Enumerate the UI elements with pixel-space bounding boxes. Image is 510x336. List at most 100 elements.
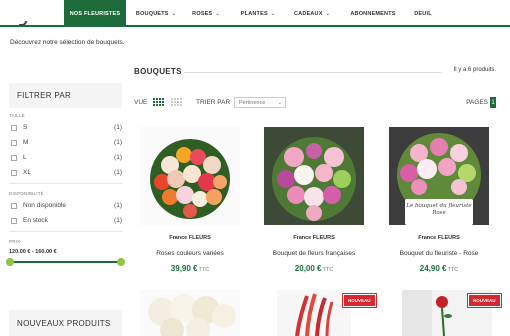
chevron-down-icon: ⌄	[325, 10, 330, 17]
checkbox[interactable]	[11, 139, 17, 146]
pages-label: PAGES	[466, 99, 488, 106]
product-card[interactable]: France FLEURS Roses couleurs variées 39,…	[140, 127, 240, 277]
view-label: VUE	[134, 99, 148, 106]
list-view-icon[interactable]	[171, 98, 182, 106]
price-value: 39,90 €	[170, 264, 198, 273]
logo-fragment	[19, 21, 27, 26]
facet-count: (1)	[114, 217, 122, 224]
nav-item-plantes[interactable]: PLANTES ⌄	[238, 0, 278, 27]
facet-title-price: PRIX	[9, 239, 21, 244]
nav-label: ROSES	[192, 10, 213, 17]
slider-handle-max[interactable]	[117, 258, 125, 266]
price-tax-label: TTC	[322, 267, 334, 273]
facet-option-label: XL	[23, 169, 31, 176]
facet-title-availability: DISPONIBILITÉ	[9, 191, 44, 196]
nav-item-bouquets[interactable]: BOUQUETS ⌄	[134, 0, 178, 27]
facet-option-size-l[interactable]: L (1)	[9, 150, 122, 165]
product-price: 20,00 €TTC	[264, 264, 364, 273]
facet-option-label: M	[23, 139, 29, 146]
checkbox[interactable]	[11, 202, 17, 209]
divider	[9, 183, 122, 184]
facet-count: (1)	[114, 124, 122, 131]
product-card[interactable]: Le bouquet du fleuriste Rose France FLEU…	[389, 127, 489, 277]
product-price: 39,90 €TTC	[140, 264, 240, 273]
checkbox[interactable]	[11, 154, 17, 161]
chevron-down-icon: ⌄	[277, 100, 282, 106]
chevron-down-icon: ⌄	[270, 10, 276, 17]
main-navigation: NOS FLEURISTES BOUQUETS ⌄ ROSES ⌄ PLANTES ⌄…	[0, 0, 510, 27]
card-caption: Le bouquet du fleuriste Rose	[406, 203, 472, 216]
chevron-down-icon: ⌄	[171, 10, 177, 17]
facet-option-label: L	[23, 154, 27, 161]
nav-label: BOUQUETS	[135, 10, 169, 17]
product-name[interactable]: Bouquet de fleurs françaises	[264, 250, 364, 257]
sort-value: Pertinence	[239, 99, 266, 106]
facet-option-size-m[interactable]: M (1)	[9, 135, 122, 150]
new-products-header: NOUVEAUX PRODUITS	[9, 310, 122, 336]
product-image[interactable]: Le bouquet du fleuriste Rose	[389, 127, 489, 225]
checkbox[interactable]	[11, 124, 17, 131]
product-image[interactable]	[277, 290, 351, 336]
slider-track	[9, 261, 122, 263]
facet-title-size: TAILLE	[9, 113, 25, 118]
checkbox[interactable]	[11, 169, 17, 176]
slider-handle-min[interactable]	[6, 258, 14, 266]
nav-label: ABONNEMENTS	[350, 10, 396, 17]
product-card[interactable]	[140, 290, 240, 336]
category-intro: Découvrez notre sélection de bouquets.	[10, 39, 125, 46]
facet-option-label: S	[23, 124, 28, 131]
checkbox[interactable]	[11, 217, 17, 224]
chevron-down-icon: ⌄	[215, 10, 220, 17]
product-name[interactable]: Bouquet du fleuriste - Rose	[389, 250, 489, 257]
new-badge: NOUVEAU	[342, 293, 377, 308]
nav-item-abonnements[interactable]: ABONNEMENTS	[347, 0, 399, 27]
product-image[interactable]	[140, 127, 240, 225]
product-price: 24,90 €TTC	[389, 264, 489, 273]
product-brand: France FLEURS	[418, 235, 460, 241]
sort-select[interactable]: Pertinence ⌄	[234, 97, 286, 108]
nav-item-fleuristes[interactable]: NOS FLEURISTES	[64, 0, 126, 27]
price-value: 20,00 €	[294, 264, 322, 273]
nav-item-deuil[interactable]: DEUIL	[410, 0, 436, 27]
page-number-current[interactable]: 1	[490, 97, 496, 108]
facet-option-size-s[interactable]: S (1)	[9, 120, 122, 135]
product-name[interactable]: Roses couleurs variées	[140, 250, 240, 257]
sort-label: TRIER PAR	[196, 99, 231, 106]
filter-header: FILTRER PAR	[9, 83, 122, 108]
product-count: Il y a 6 produits.	[453, 67, 496, 73]
facet-count: (1)	[114, 154, 122, 161]
product-image[interactable]	[264, 127, 364, 225]
nav-label: CADEAUX	[294, 10, 323, 17]
nav-label: PLANTES	[240, 10, 268, 17]
product-image[interactable]	[140, 290, 240, 336]
facet-option-label: Non disponible	[23, 202, 67, 209]
facet-count: (1)	[114, 169, 122, 176]
nav-label: DEUIL	[414, 10, 432, 17]
facet-option-size-xl[interactable]: XL (1)	[9, 165, 122, 180]
divider	[9, 231, 122, 232]
nav-label: NOS FLEURISTES	[69, 10, 121, 17]
price-tax-label: TTC	[198, 267, 210, 273]
facet-option-in-stock[interactable]: En stock (1)	[9, 213, 122, 228]
facet-count: (1)	[114, 202, 122, 209]
filter-sidebar: FILTRER PAR TAILLE S (1) M (1) L (1) XL …	[6, 83, 125, 267]
product-brand: France FLEURS	[293, 235, 335, 241]
facet-count: (1)	[114, 139, 122, 146]
divider	[184, 72, 442, 73]
facet-option-unavailable[interactable]: Non disponible (1)	[9, 198, 122, 213]
product-card[interactable]: France FLEURS Bouquet de fleurs français…	[264, 127, 364, 277]
page-title: BOUQUETS	[134, 67, 182, 76]
product-card[interactable]: NOUVEAU	[402, 290, 502, 336]
grid-view-icon[interactable]	[153, 98, 164, 106]
price-slider[interactable]	[6, 257, 125, 267]
new-badge: NOUVEAU	[467, 293, 502, 308]
price-range-value: 120.00 € - 160.00 €	[9, 249, 57, 255]
product-brand: France FLEURS	[169, 235, 211, 241]
facet-option-label: En stock	[23, 217, 48, 224]
price-value: 24,90 €	[419, 264, 447, 273]
nav-item-cadeaux[interactable]: CADEAUX ⌄	[291, 0, 333, 27]
listing-toolbar: VUE TRIER PAR Pertinence ⌄ PAGES 1	[134, 97, 496, 109]
price-tax-label: TTC	[447, 267, 459, 273]
product-card[interactable]: NOUVEAU	[277, 290, 377, 336]
nav-item-roses[interactable]: ROSES ⌄	[191, 0, 221, 27]
